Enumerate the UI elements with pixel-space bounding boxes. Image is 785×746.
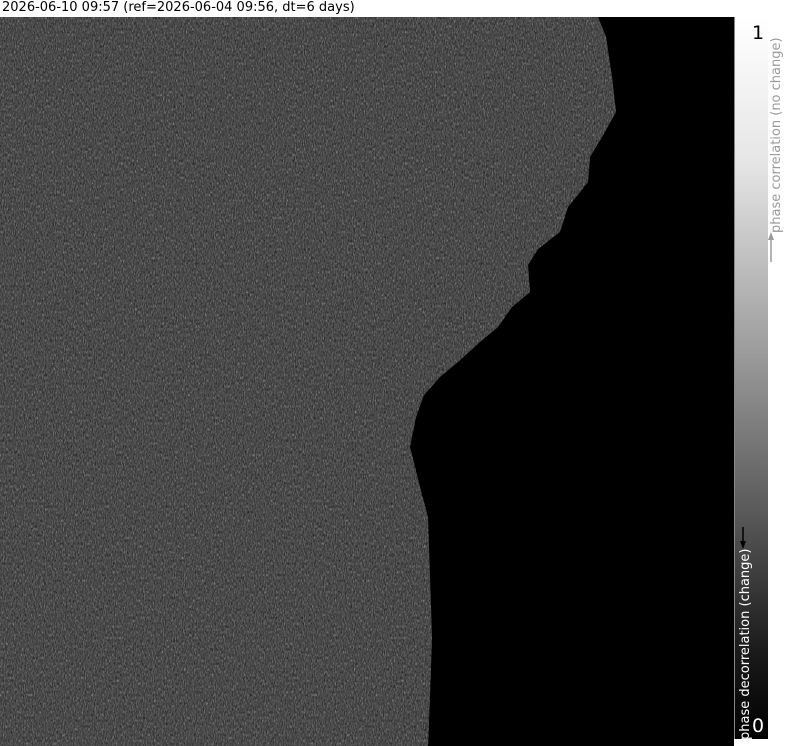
colorbar-top-caption-wrap: phase correlation (no change) [769, 33, 785, 233]
colorbar: 1 0 phase correlation (no change) phase … [734, 17, 785, 746]
coherence-map-graphic [0, 17, 734, 746]
title-bar: 2026-06-10 09:57 (ref=2026-06-04 09:56, … [0, 0, 785, 17]
arrow-up-icon [768, 232, 774, 262]
image-title: 2026-06-10 09:57 (ref=2026-06-04 09:56, … [2, 0, 355, 15]
colorbar-top-caption: phase correlation (no change) [769, 37, 784, 233]
colorbar-bottom-caption: phase decorrelation (change) [738, 548, 753, 740]
colorbar-bottom-caption-wrap: phase decorrelation (change) [738, 547, 756, 742]
colorbar-max-label: 1 [752, 22, 765, 44]
arrow-down-icon [740, 527, 746, 549]
coherence-map [0, 17, 734, 746]
